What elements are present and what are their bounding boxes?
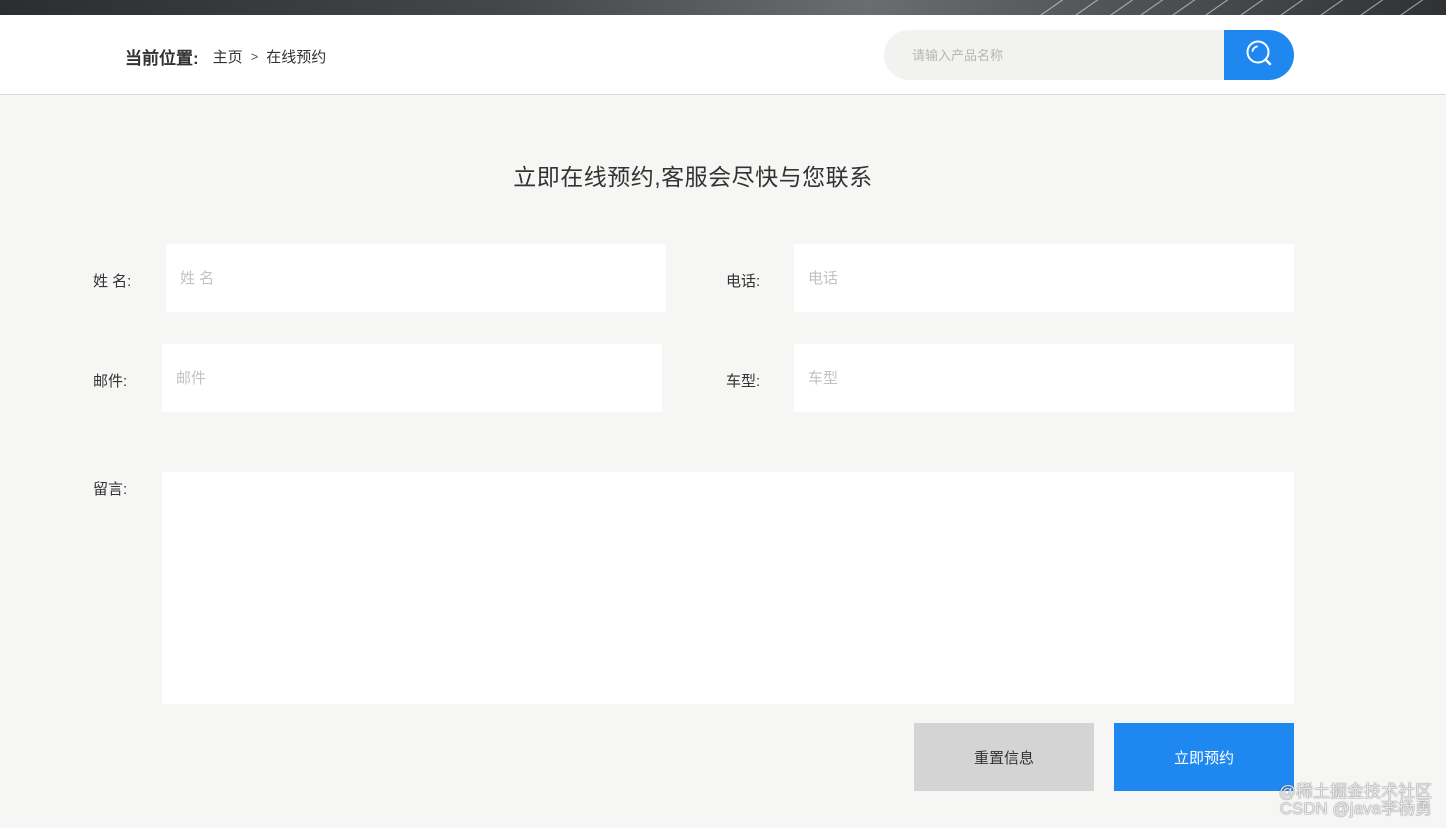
- search-button[interactable]: [1224, 30, 1294, 80]
- search-input[interactable]: [884, 30, 1224, 80]
- breadcrumb-current: 在线预约: [266, 49, 327, 66]
- message-textarea[interactable]: [162, 472, 1294, 704]
- email-label: 邮件:: [93, 373, 128, 390]
- search-box: [884, 30, 1294, 80]
- submit-button[interactable]: 立即预约: [1114, 723, 1294, 791]
- location-bar: 当前位置: 主页 > 在线预约: [0, 15, 1446, 95]
- email-field[interactable]: [162, 344, 662, 412]
- name-field[interactable]: [166, 244, 666, 312]
- model-label: 车型:: [726, 373, 761, 390]
- phone-field[interactable]: [794, 244, 1294, 312]
- watermark-line-1: @稀土掘金技术社区: [1278, 782, 1432, 801]
- message-label: 留言:: [93, 481, 128, 498]
- name-label: 姓 名:: [93, 273, 132, 290]
- reset-button[interactable]: 重置信息: [914, 723, 1094, 791]
- watermark: @稀土掘金技术社区 CSDN @java李杨勇: [1279, 783, 1432, 817]
- phone-label: 电话:: [726, 273, 761, 290]
- breadcrumb: 当前位置: 主页 > 在线预约: [125, 44, 326, 69]
- banner-image-strip: [0, 0, 1446, 15]
- watermark-line-2: CSDN @java李杨勇: [1279, 799, 1432, 818]
- search-icon: [1245, 39, 1273, 72]
- breadcrumb-label: 当前位置:: [125, 49, 199, 68]
- model-field[interactable]: [794, 344, 1294, 412]
- form-title: 立即在线预约,客服会尽快与您联系: [513, 164, 873, 190]
- breadcrumb-separator: >: [250, 49, 259, 64]
- breadcrumb-home-link[interactable]: 主页: [213, 46, 243, 67]
